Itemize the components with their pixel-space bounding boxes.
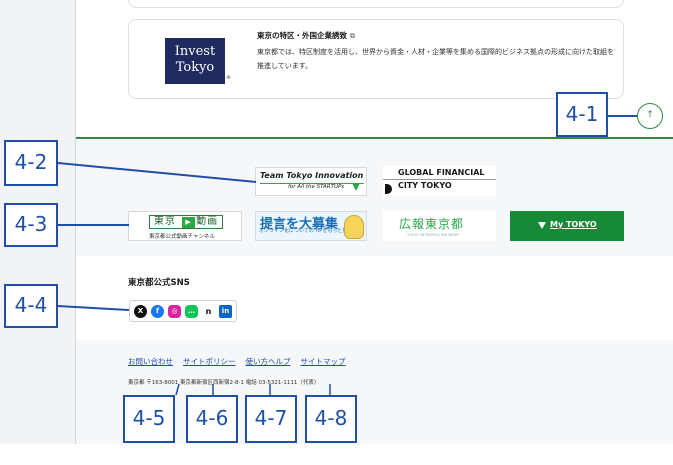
- team-tokyo-title: Team Tokyo Innovation: [260, 171, 365, 184]
- team-tokyo-subtitle: for All the STARTUPs: [288, 184, 345, 190]
- linkedin-icon[interactable]: in: [219, 304, 232, 318]
- callout-4-5: 4-5: [123, 395, 175, 443]
- ginkgo-leaf-icon: [538, 222, 546, 229]
- promo-description: 東京都では、特区制度を活用し、世界から資金・人材・企業等を集める国際的ビジネス拠…: [257, 48, 614, 70]
- person-illustration-icon: [344, 215, 364, 239]
- bottom-strip: [0, 444, 673, 465]
- site-policy-link[interactable]: サイトポリシー: [183, 356, 236, 367]
- team-tokyo-innovation-banner[interactable]: Team Tokyo Innovation for All the STARTU…: [255, 167, 367, 196]
- gfct-line-2: CITY TOKYO: [398, 181, 452, 190]
- callout-4-1: 4-1: [556, 92, 608, 137]
- sns-band: [76, 256, 673, 340]
- gfct-mark-icon: [385, 184, 392, 194]
- callout-4-3: 4-3: [4, 203, 58, 247]
- global-financial-city-tokyo-banner[interactable]: GLOBAL FINANCIAL CITY TOKYO: [383, 166, 496, 196]
- instagram-icon[interactable]: ◎: [168, 304, 181, 318]
- external-link-icon: ⧉: [350, 32, 355, 40]
- section-divider: [76, 137, 673, 139]
- help-link[interactable]: 使い方ヘルプ: [246, 356, 291, 367]
- promo-title[interactable]: 東京の特区・外国企業誘致 ⧉: [257, 30, 355, 41]
- koho-tokyo-banner[interactable]: 広報東京都 TOKYO METROPOLITAN NEWS: [383, 211, 496, 241]
- logo-line-2: Tokyo: [175, 60, 215, 75]
- video-title-left: 東京: [153, 216, 176, 227]
- gfct-divider: [383, 179, 496, 180]
- invest-tokyo-logo: Invest Tokyo ®: [165, 38, 231, 84]
- callout-4-7: 4-7: [245, 395, 297, 443]
- line-icon[interactable]: …: [185, 304, 198, 318]
- play-icon: ▶: [182, 217, 195, 228]
- callout-4-2: 4-2: [4, 140, 58, 186]
- page-top-glyph[interactable]: ↑: [646, 110, 654, 120]
- my-tokyo-label: My TOKYO: [550, 220, 597, 229]
- callout-4-8: 4-8: [305, 395, 357, 443]
- promo-title-text[interactable]: 東京の特区・外国企業誘致: [257, 31, 347, 40]
- contact-link[interactable]: お問い合わせ: [128, 356, 173, 367]
- video-title-right: 動画: [196, 216, 219, 227]
- invest-tokyo-card[interactable]: Invest Tokyo ® 東京の特区・外国企業誘致 ⧉ 東京都では、特区制度を…: [128, 19, 624, 99]
- tokyo-video-channel-banner[interactable]: 東京 ▶ 動画 東京都公式動画チャンネル: [128, 211, 242, 241]
- koho-title: 広報東京都: [399, 217, 465, 231]
- callout-connector-4-1: [608, 115, 638, 117]
- ginkgo-leaf-icon: [352, 183, 360, 191]
- note-icon[interactable]: n: [202, 304, 215, 318]
- callout-4-4: 4-4: [4, 284, 58, 328]
- footer-address: 東京都 〒163-8001 東京都新宿区西新宿2-8-1 電話 03-5321-…: [128, 380, 320, 386]
- video-channel-subtitle: 東京都公式動画チャンネル: [149, 234, 215, 240]
- sns-heading: 東京都公式SNS: [128, 278, 190, 288]
- gfct-line-1: GLOBAL FINANCIAL: [398, 168, 485, 177]
- video-channel-title: 東京 ▶ 動画: [149, 215, 223, 229]
- previous-card: [128, 0, 624, 8]
- proposal-banner[interactable]: 提言を大募集 オンライン化についての HPをもっと見やすく: [255, 211, 367, 241]
- logo-line-1: Invest: [174, 44, 216, 59]
- sitemap-link[interactable]: サイトマップ: [301, 356, 346, 367]
- facebook-icon[interactable]: f: [151, 304, 164, 318]
- my-tokyo-banner[interactable]: My TOKYO: [510, 211, 624, 241]
- koho-subtitle: TOKYO METROPOLITAN NEWS: [407, 233, 459, 237]
- arrow-up-icon[interactable]: ↑: [637, 103, 663, 129]
- footer-links: お問い合わせ サイトポリシー 使い方ヘルプ サイトマップ: [128, 356, 346, 367]
- x-icon[interactable]: X: [134, 304, 147, 318]
- sns-icon-row: X f ◎ … n in: [129, 300, 237, 322]
- registered-mark: ®: [226, 75, 231, 81]
- callout-4-6: 4-6: [186, 395, 238, 443]
